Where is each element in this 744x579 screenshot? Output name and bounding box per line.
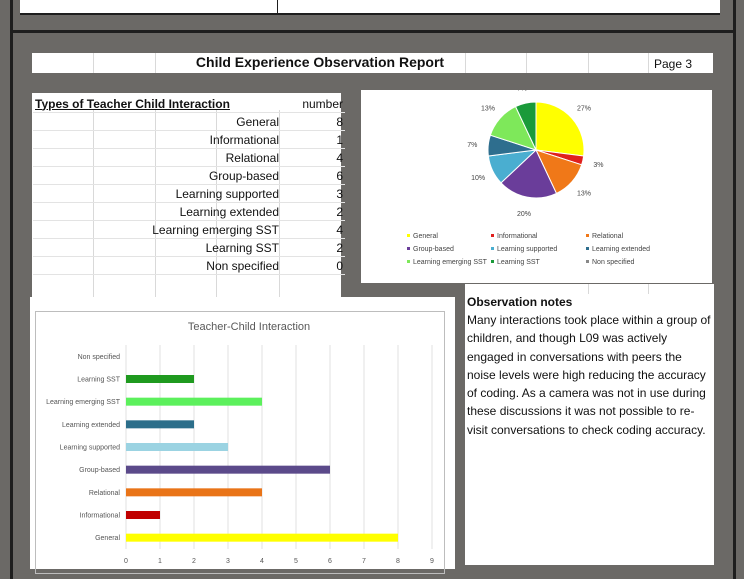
pie-legend-swatch xyxy=(491,234,494,237)
previous-page-strip xyxy=(20,0,720,13)
pie-legend-label: Learning SST xyxy=(497,259,541,266)
table-row: Informational 1 xyxy=(33,130,345,149)
pie-data-label: 7% xyxy=(517,90,527,93)
pie-legend-swatch xyxy=(407,247,410,250)
table-row: Learning emerging SST 4 xyxy=(33,220,345,239)
frame-border-left xyxy=(10,0,13,579)
table-row: Learning supported 3 xyxy=(33,184,345,203)
pie-legend-label: Informational xyxy=(497,233,538,240)
pie-legend-label: Learning extended xyxy=(592,246,650,253)
pie-data-label: 0% xyxy=(531,90,541,91)
frame-border-top-divider xyxy=(10,30,736,33)
report-title: Child Experience Observation Report xyxy=(195,54,445,70)
frame-border-right xyxy=(733,0,736,579)
pie-data-label: 13% xyxy=(481,106,495,113)
table-row: Relational 4 xyxy=(33,148,345,167)
pie-legend-label: Learning supported xyxy=(497,246,557,253)
pie-data-label: 3% xyxy=(593,162,603,169)
table-row: General 8 xyxy=(33,112,345,131)
table-header-label: Types of Teacher Child Interaction xyxy=(33,95,281,113)
pie-data-label: 7% xyxy=(467,142,477,149)
previous-page-bottom-line xyxy=(20,13,720,15)
table-row: Non specified 0 xyxy=(33,256,345,275)
pie-data-label: 13% xyxy=(577,190,591,197)
pie-legend-label: Non specified xyxy=(592,259,635,266)
pie-legend-swatch xyxy=(586,260,589,263)
pie-data-label: 20% xyxy=(517,211,531,218)
pie-legend-swatch xyxy=(586,247,589,250)
table-row: Learning SST 2 xyxy=(33,238,345,257)
pie-chart: 27% 3% 13% 20% 10% 7% 13% 7% 0% General Informatio… xyxy=(407,84,650,266)
table-row: Learning extended 2 xyxy=(33,202,345,221)
pie-legend-swatch xyxy=(407,234,410,237)
pie-legend-label: General xyxy=(413,233,438,240)
pie-legend-swatch xyxy=(586,234,589,237)
pie-chart-panel: 27% 3% 13% 20% 10% 7% 13% 7% 0% General Informatio… xyxy=(361,84,712,283)
interaction-table: Types of Teacher Child Interaction numbe… xyxy=(33,95,345,275)
pie-data-label: 10% xyxy=(471,175,485,182)
pie-legend-label: Group-based xyxy=(413,246,454,253)
pie-data-label: 27% xyxy=(577,106,591,113)
table-header-value: number xyxy=(281,95,345,113)
pie-legend-swatch xyxy=(491,260,494,263)
pie-legend-label: Relational xyxy=(592,233,624,240)
pie-legend-label: Learning emerging SST xyxy=(413,259,488,266)
table-row: Group-based 6 xyxy=(33,166,345,185)
pie-legend-swatch xyxy=(407,260,410,263)
pie-legend-swatch xyxy=(491,247,494,250)
page-number: Page 3 xyxy=(654,57,693,71)
notes-title: Observation notes xyxy=(467,295,573,309)
notes-text: Many interactions took place within a gr… xyxy=(467,313,711,437)
title-grid xyxy=(93,53,94,73)
bar-chart-border xyxy=(35,311,445,574)
table-header-row: Types of Teacher Child Interaction numbe… xyxy=(33,95,345,113)
previous-page-divider xyxy=(277,0,278,13)
